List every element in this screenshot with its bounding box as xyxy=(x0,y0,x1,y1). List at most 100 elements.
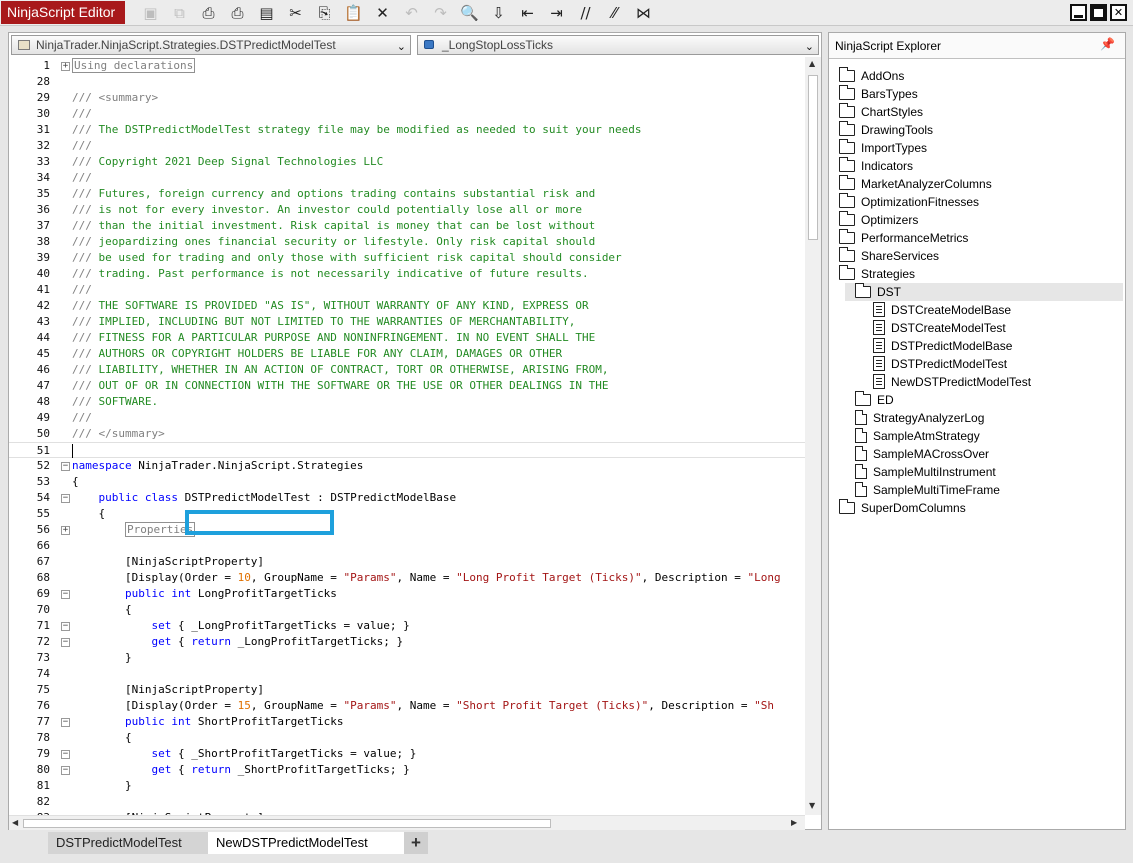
expand-icon[interactable]: + xyxy=(61,526,70,535)
expand-icon[interactable]: + xyxy=(61,62,70,71)
code-line[interactable]: 45 /// AUTHORS OR COPYRIGHT HOLDERS BE LI… xyxy=(9,346,805,362)
chevron-down-icon[interactable]: ⌄ xyxy=(805,38,814,54)
horizontal-scrollbar[interactable]: ◀ ▶ xyxy=(9,815,805,830)
code-line[interactable]: 35 /// Futures, foreign currency and opti… xyxy=(9,186,805,202)
scroll-up-icon[interactable]: ▲ xyxy=(809,59,815,68)
code-line[interactable]: 78 { xyxy=(9,730,805,746)
explorer-item[interactable]: SampleMultiInstrument xyxy=(855,463,996,481)
explorer-item[interactable]: ImportTypes xyxy=(839,139,927,157)
explorer-item[interactable]: AddOns xyxy=(839,67,904,85)
scroll-right-icon[interactable]: ▶ xyxy=(791,818,797,827)
code-line[interactable]: 49 /// xyxy=(9,410,805,426)
code-line[interactable]: 67 [NinjaScriptProperty] xyxy=(9,554,805,570)
redo-icon[interactable]: ↷ xyxy=(428,2,453,24)
pin-icon[interactable]: 📌 xyxy=(1100,37,1115,51)
save-icon[interactable]: ▣ xyxy=(138,2,163,24)
code-line[interactable]: 43 /// IMPLIED, INCLUDING BUT NOT LIMITED… xyxy=(9,314,805,330)
code-line[interactable]: 72 − get { return _LongProfitTargetTicks;… xyxy=(9,634,805,650)
member-selector[interactable]: _LongStopLossTicks ⌄ xyxy=(417,35,819,55)
collapse-icon[interactable]: − xyxy=(61,718,70,727)
code-line[interactable]: 47 /// OUT OF OR IN CONNECTION WITH THE S… xyxy=(9,378,805,394)
code-line[interactable]: 80 − get { return _ShortProfitTargetTicks… xyxy=(9,762,805,778)
code-line[interactable]: 74 xyxy=(9,666,805,682)
explorer-item[interactable]: NewDSTPredictModelTest xyxy=(873,373,1031,391)
collapse-icon[interactable]: − xyxy=(61,638,70,647)
explorer-item[interactable]: SampleAtmStrategy xyxy=(855,427,980,445)
code-line[interactable]: 38 /// jeopardizing ones financial securi… xyxy=(9,234,805,250)
scroll-down-icon[interactable]: ▼ xyxy=(809,801,815,810)
explorer-item[interactable]: DSTPredictModelTest xyxy=(873,355,1007,373)
outdent-icon[interactable]: ⇤ xyxy=(515,2,540,24)
code-line[interactable]: 75 [NinjaScriptProperty] xyxy=(9,682,805,698)
code-line[interactable]: 48 /// SOFTWARE. xyxy=(9,394,805,410)
code-line[interactable]: 37 /// than the initial investment. Risk … xyxy=(9,218,805,234)
code-line[interactable]: 41 /// xyxy=(9,282,805,298)
explorer-item[interactable]: Strategies xyxy=(839,265,915,283)
indent-icon[interactable]: ⇥ xyxy=(544,2,569,24)
code-line[interactable]: 39 /// be used for trading and only those… xyxy=(9,250,805,266)
collapse-icon[interactable]: − xyxy=(61,462,70,471)
code-line[interactable]: 79 − set { _ShortProfitTargetTicks = valu… xyxy=(9,746,805,762)
code-line[interactable]: 44 /// FITNESS FOR A PARTICULAR PURPOSE A… xyxy=(9,330,805,346)
code-line[interactable]: 29 /// <summary> xyxy=(9,90,805,106)
close-icon[interactable]: ✕ xyxy=(1110,4,1127,21)
explorer-item[interactable]: ED xyxy=(855,391,894,409)
compile-icon[interactable]: ⇩ xyxy=(486,2,511,24)
cut-icon[interactable]: ✂ xyxy=(283,2,308,24)
undo-icon[interactable]: ↶ xyxy=(399,2,424,24)
explorer-item[interactable]: MarketAnalyzerColumns xyxy=(839,175,992,193)
uncomment-icon[interactable]: ⁄⁄ xyxy=(602,2,627,24)
explorer-item[interactable]: DST xyxy=(845,283,1123,301)
code-area[interactable]: 1 + Using declarations 28 29/// <summary> 30/… xyxy=(9,57,805,815)
collapse-icon[interactable]: − xyxy=(61,622,70,631)
code-line[interactable]: 36 /// is not for every investor. An inve… xyxy=(9,202,805,218)
code-line[interactable]: 1 + Using declarations xyxy=(9,58,805,74)
explorer-item[interactable]: PerformanceMetrics xyxy=(839,229,968,247)
explorer-item[interactable]: StrategyAnalyzerLog xyxy=(855,409,984,427)
code-line[interactable]: 50 /// </summary> xyxy=(9,426,805,442)
add-tab-button[interactable]: + xyxy=(404,832,428,854)
code-line[interactable]: 40 /// trading. Past performance is not n… xyxy=(9,266,805,282)
explorer-item[interactable]: SuperDomColumns xyxy=(839,499,966,517)
find-icon[interactable]: 🔍 xyxy=(457,2,482,24)
explorer-item[interactable]: DSTPredictModelBase xyxy=(873,337,1012,355)
code-line[interactable]: 68 [Display(Order = 10, GroupName = "Par… xyxy=(9,570,805,586)
code-line[interactable]: 69 − public int LongProfitTargetTicks xyxy=(9,586,805,602)
vertical-scroll-thumb[interactable] xyxy=(808,75,818,240)
explorer-item[interactable]: DSTCreateModelTest xyxy=(873,319,1006,337)
explorer-item[interactable]: BarsTypes xyxy=(839,85,918,103)
class-selector[interactable]: NinjaTrader.NinjaScript.Strategies.DSTPr… xyxy=(11,35,411,55)
collapse-icon[interactable]: − xyxy=(61,590,70,599)
code-line[interactable]: 28 xyxy=(9,74,805,90)
tab-newdstpredictmodeltest[interactable]: NewDSTPredictModelTest xyxy=(208,832,404,854)
visual-studio-icon[interactable]: ⋈ xyxy=(631,2,656,24)
code-line[interactable]: 52 − namespace NinjaTrader.NinjaScript.Str… xyxy=(9,458,805,474)
code-line[interactable]: 73 } xyxy=(9,650,805,666)
print-icon[interactable]: ⎙ xyxy=(196,2,221,24)
code-line[interactable]: 30 /// xyxy=(9,106,805,122)
collapse-icon[interactable]: − xyxy=(61,494,70,503)
explorer-item[interactable]: OptimizationFitnesses xyxy=(839,193,979,211)
code-line[interactable]: 42 /// THE SOFTWARE IS PROVIDED "AS IS", … xyxy=(9,298,805,314)
code-line[interactable]: 34 /// xyxy=(9,170,805,186)
code-line[interactable]: 70 { xyxy=(9,602,805,618)
document-icon[interactable]: ▤ xyxy=(254,2,279,24)
code-line[interactable]: 55 { xyxy=(9,506,805,522)
code-line[interactable]: 71 − set { _LongProfitTargetTicks = value… xyxy=(9,618,805,634)
collapsed-region[interactable]: Using declarations xyxy=(72,58,196,73)
code-line[interactable]: 56 + Properties xyxy=(9,522,805,538)
save-all-icon[interactable]: ⧉ xyxy=(167,2,192,24)
code-line[interactable]: 46 /// LIABILITY, WHETHER IN AN ACTION OF… xyxy=(9,362,805,378)
horizontal-scroll-thumb[interactable] xyxy=(23,819,551,828)
explorer-item[interactable]: DrawingTools xyxy=(839,121,933,139)
code-line[interactable]: 33 /// Copyright 2021 Deep Signal Technol… xyxy=(9,154,805,170)
scroll-left-icon[interactable]: ◀ xyxy=(12,818,18,827)
explorer-item[interactable]: Optimizers xyxy=(839,211,918,229)
maximize-icon[interactable] xyxy=(1090,4,1107,21)
explorer-item[interactable]: DSTCreateModelBase xyxy=(873,301,1011,319)
explorer-item[interactable]: ChartStyles xyxy=(839,103,923,121)
code-line[interactable]: 51 xyxy=(9,442,805,458)
code-line[interactable]: 77 − public int ShortProfitTargetTicks xyxy=(9,714,805,730)
minimize-icon[interactable] xyxy=(1070,4,1087,21)
copy-icon[interactable]: ⎘ xyxy=(312,2,337,24)
